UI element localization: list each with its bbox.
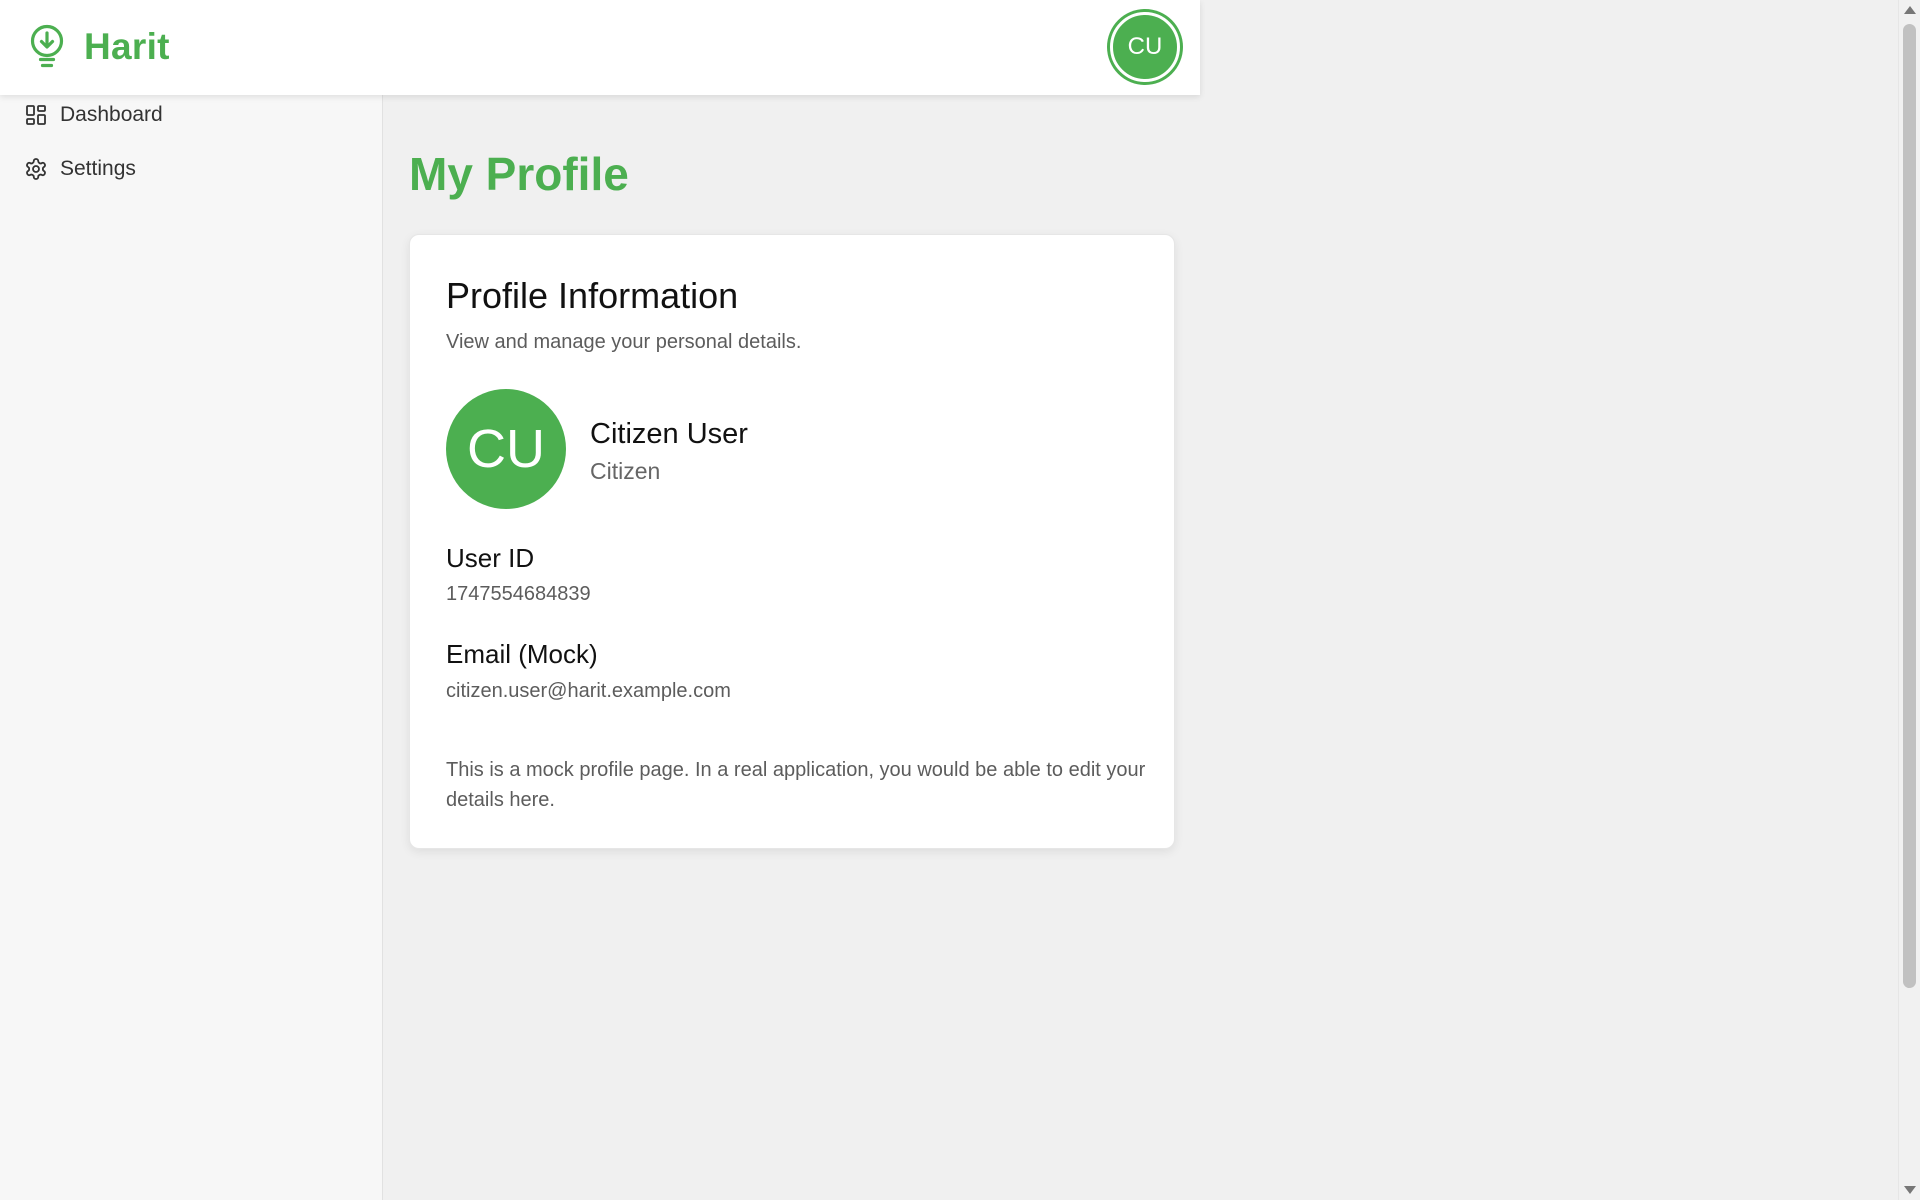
- profile-card: Profile Information View and manage your…: [409, 234, 1175, 849]
- card-subtitle: View and manage your personal details.: [446, 331, 802, 353]
- card-title: Profile Information: [446, 275, 739, 316]
- page-scrollbar[interactable]: [1898, 0, 1920, 1200]
- brand-link[interactable]: Harit: [26, 24, 170, 70]
- page-title: My Profile: [409, 148, 629, 200]
- user-name: Citizen User: [590, 418, 748, 450]
- scroll-up-arrow-icon[interactable]: [1904, 6, 1916, 14]
- user-avatar-button[interactable]: CU: [1110, 12, 1180, 82]
- sidebar-item-label: Settings: [60, 157, 136, 180]
- sidebar-item-dashboard[interactable]: Dashboard: [24, 103, 163, 127]
- mock-note: This is a mock profile page. In a real a…: [446, 759, 1146, 811]
- avatar-initials: CU: [1127, 33, 1163, 60]
- top-bar: Harit CU: [0, 0, 1200, 95]
- user-role: Citizen: [590, 458, 661, 484]
- brand-name: Harit: [84, 26, 170, 67]
- sidebar: Dashboard Settings: [0, 95, 383, 1200]
- user-id-value: 1747554684839: [446, 583, 591, 605]
- profile-avatar-initials: CU: [467, 419, 545, 479]
- email-label: Email (Mock): [446, 639, 598, 669]
- gear-icon: [24, 157, 48, 181]
- scrollbar-thumb[interactable]: [1903, 24, 1916, 988]
- scroll-down-arrow-icon[interactable]: [1904, 1186, 1916, 1194]
- sidebar-item-label: Dashboard: [60, 103, 163, 126]
- sidebar-item-settings[interactable]: Settings: [24, 157, 136, 181]
- user-id-label: User ID: [446, 543, 535, 573]
- grid-icon: [24, 103, 48, 127]
- email-value: citizen.user@harit.example.com: [446, 680, 731, 702]
- profile-avatar: CU: [446, 389, 566, 509]
- main-content: My Profile Profile Information View and …: [384, 95, 1898, 1200]
- lightbulb-leaf-icon: [26, 24, 68, 70]
